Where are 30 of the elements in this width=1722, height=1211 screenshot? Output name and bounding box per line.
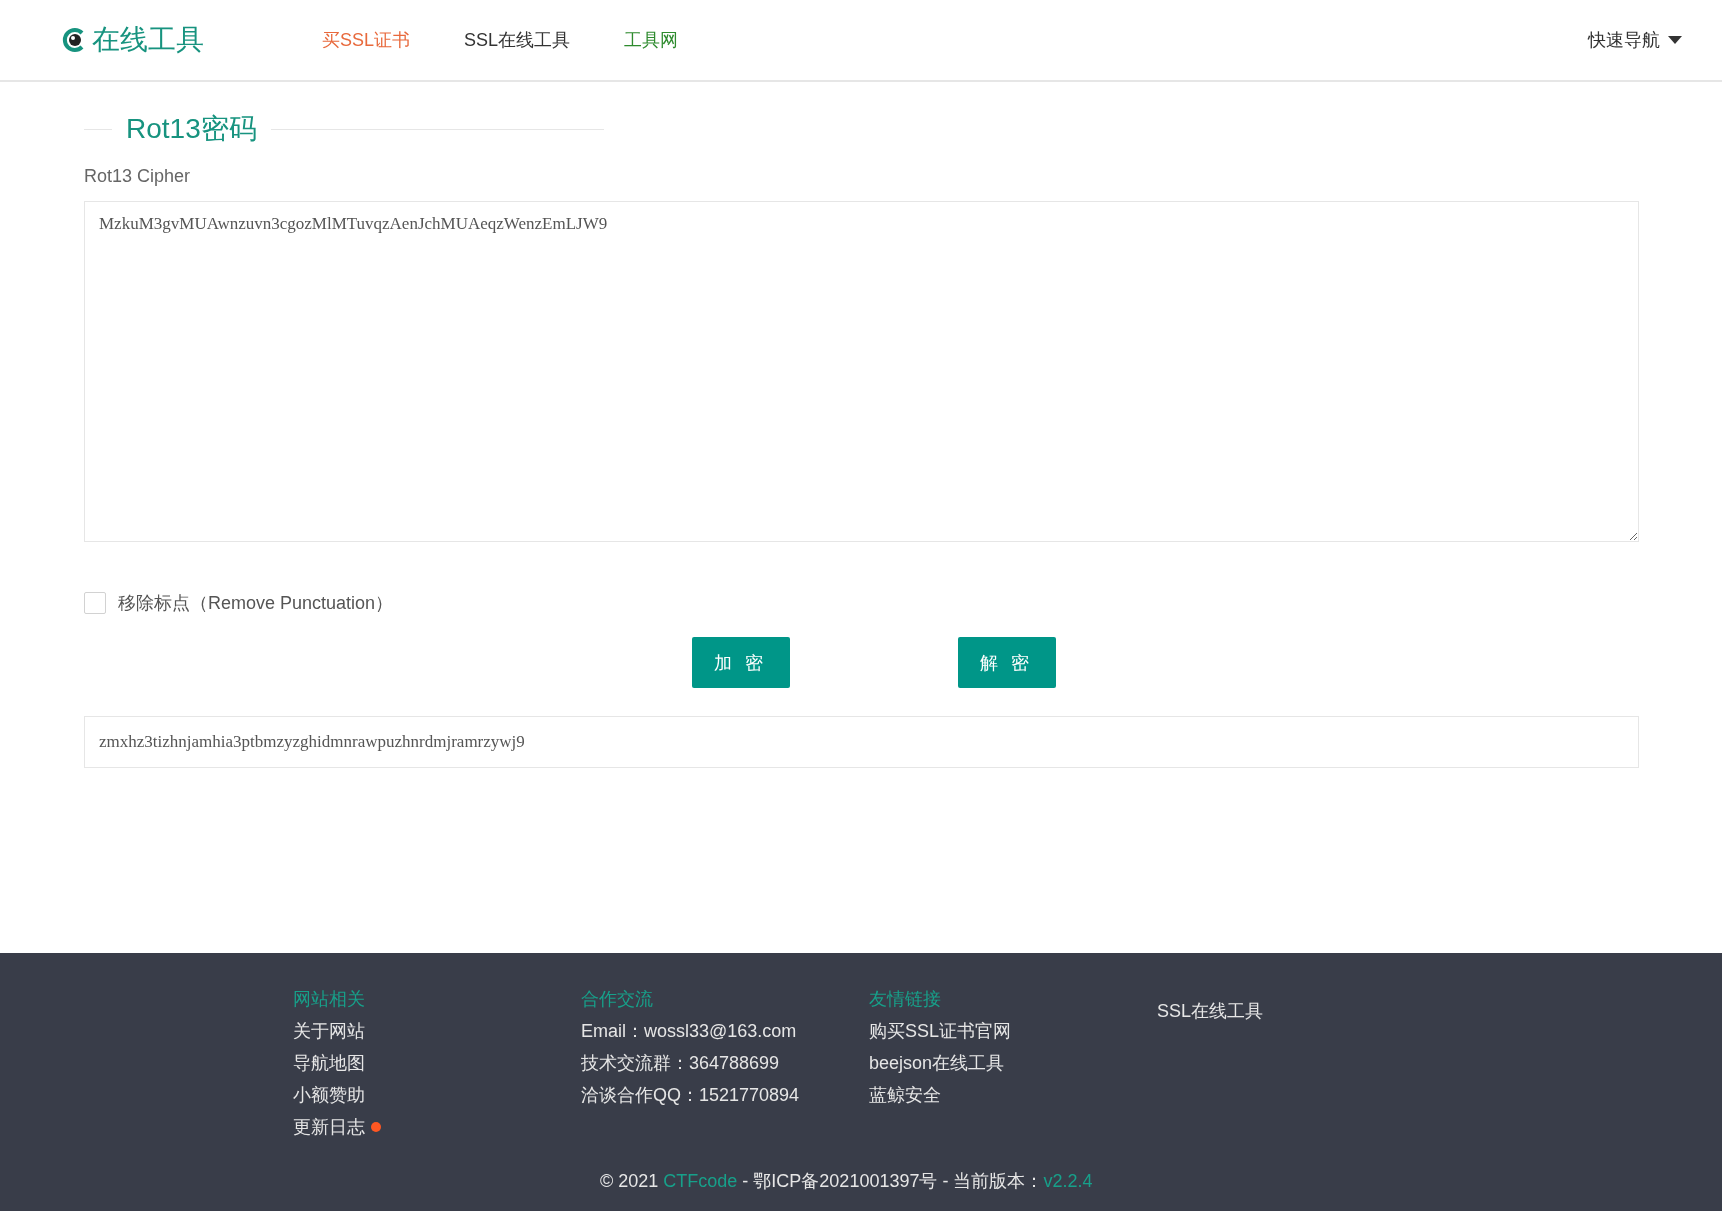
checkbox[interactable]: [84, 592, 106, 614]
tool-title: Rot13密码: [126, 112, 257, 146]
footer-link[interactable]: 小额赞助: [293, 1083, 365, 1107]
footer-link[interactable]: 购买SSL证书官网: [869, 1019, 1012, 1043]
output-field[interactable]: zmxhz3tizhnjamhia3ptbmzyzghidmnrawpuzhnrdmjramrzywj9: [84, 716, 1639, 768]
nav-link[interactable]: SSL在线工具: [464, 28, 571, 52]
new-dot-icon: [371, 1122, 381, 1132]
input-textarea[interactable]: MzkuM3gvMUAwnzuvn3cgozMlMTuvqzAenJchMUAeqzWenzEmLJW9: [84, 201, 1639, 542]
tool-subtitle: Rot13 Cipher: [84, 166, 192, 187]
footer-link[interactable]: 导航地图: [293, 1051, 365, 1075]
nav-link[interactable]: 工具网: [624, 28, 679, 52]
caret-icon[interactable]: [1668, 36, 1682, 44]
action-button[interactable]: 加 密: [692, 637, 790, 688]
site-logo-text[interactable]: 在线工具: [92, 21, 204, 59]
quick-nav-menu[interactable]: 快速导航: [1588, 28, 1660, 52]
footer-link[interactable]: 关于网站: [293, 1019, 365, 1043]
footer-heading: 网站相关: [293, 988, 366, 1011]
footer-link[interactable]: 技术交流群：364788699: [581, 1051, 780, 1075]
footer-heading: 合作交流: [581, 988, 654, 1011]
copyright-text: © 2021 CTFcode - 鄂ICP备2021001397号 - 当前版本：v2.2.4: [600, 1170, 1094, 1193]
footer-link[interactable]: 蓝鲸安全: [869, 1083, 941, 1107]
footer-link[interactable]: Email：wossl33@163.com: [581, 1019, 797, 1043]
footer-link[interactable]: beejson在线工具: [869, 1051, 1005, 1075]
footer-link[interactable]: 更新日志: [293, 1115, 381, 1139]
checkbox-label[interactable]: 移除标点（Remove Punctuation）: [118, 591, 394, 615]
footer-heading: 友情链接: [869, 988, 942, 1011]
footer-link[interactable]: SSL在线工具: [1157, 999, 1445, 1023]
footer-link[interactable]: 洽谈合作QQ：1521770894: [581, 1083, 800, 1107]
action-button[interactable]: 解 密: [958, 637, 1056, 688]
eye-logo-icon: [62, 28, 86, 52]
